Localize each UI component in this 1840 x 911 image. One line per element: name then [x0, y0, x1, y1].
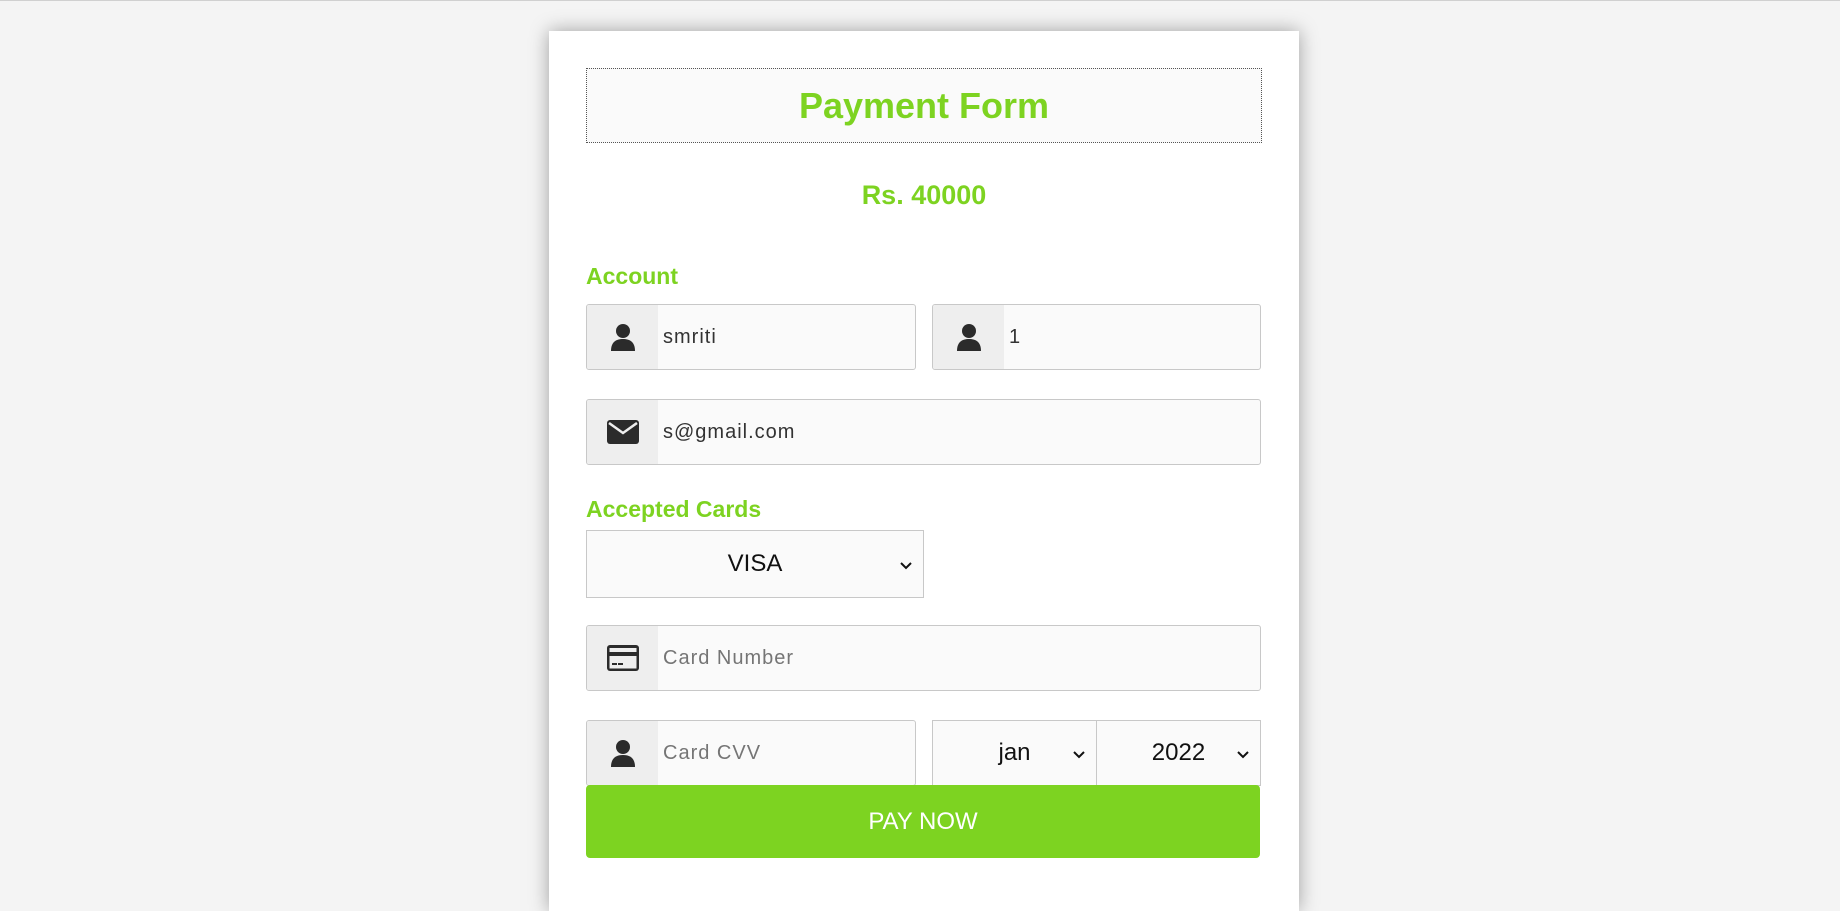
email-value: s@gmail.com: [663, 420, 796, 443]
payment-card: Payment Form Rs. 40000 Account smriti 1: [549, 31, 1299, 911]
expiry-month-value: jan: [998, 739, 1031, 766]
user-icon: [587, 305, 658, 369]
payment-amount: Rs. 40000: [861, 180, 987, 210]
account-number-value: 1: [1009, 325, 1022, 348]
name-value: smriti: [663, 325, 717, 348]
expiry-month-select[interactable]: jan: [932, 720, 1097, 786]
expiry-year-select[interactable]: 2022: [1096, 720, 1261, 786]
user-icon: [587, 721, 658, 785]
email-field[interactable]: s@gmail.com: [586, 399, 1261, 465]
pay-now-button[interactable]: PAY NOW: [586, 785, 1260, 858]
card-cvv-input: Card CVV: [663, 741, 762, 764]
user-icon: [933, 305, 1004, 369]
accepted-cards-label: Accepted Cards: [586, 496, 762, 522]
card-number-input: Card Number: [663, 646, 795, 669]
title-box: Payment Form: [586, 68, 1262, 143]
chevron-down-icon: [899, 550, 913, 578]
card-type-select[interactable]: VISA: [586, 530, 924, 598]
chevron-down-icon: [1072, 739, 1086, 767]
account-section-label: Account: [586, 263, 678, 289]
account-number-field[interactable]: 1: [932, 304, 1261, 370]
envelope-icon: [587, 400, 658, 464]
card-number-field[interactable]: Card Number: [586, 625, 1261, 691]
name-field[interactable]: smriti: [586, 304, 916, 370]
chevron-down-icon: [1236, 739, 1250, 767]
card-cvv-field[interactable]: Card CVV: [586, 720, 916, 786]
credit-card-icon: [587, 626, 658, 690]
page-title: Payment Form: [798, 84, 1050, 126]
card-type-value: VISA: [727, 550, 783, 577]
expiry-year-value: 2022: [1151, 739, 1206, 766]
